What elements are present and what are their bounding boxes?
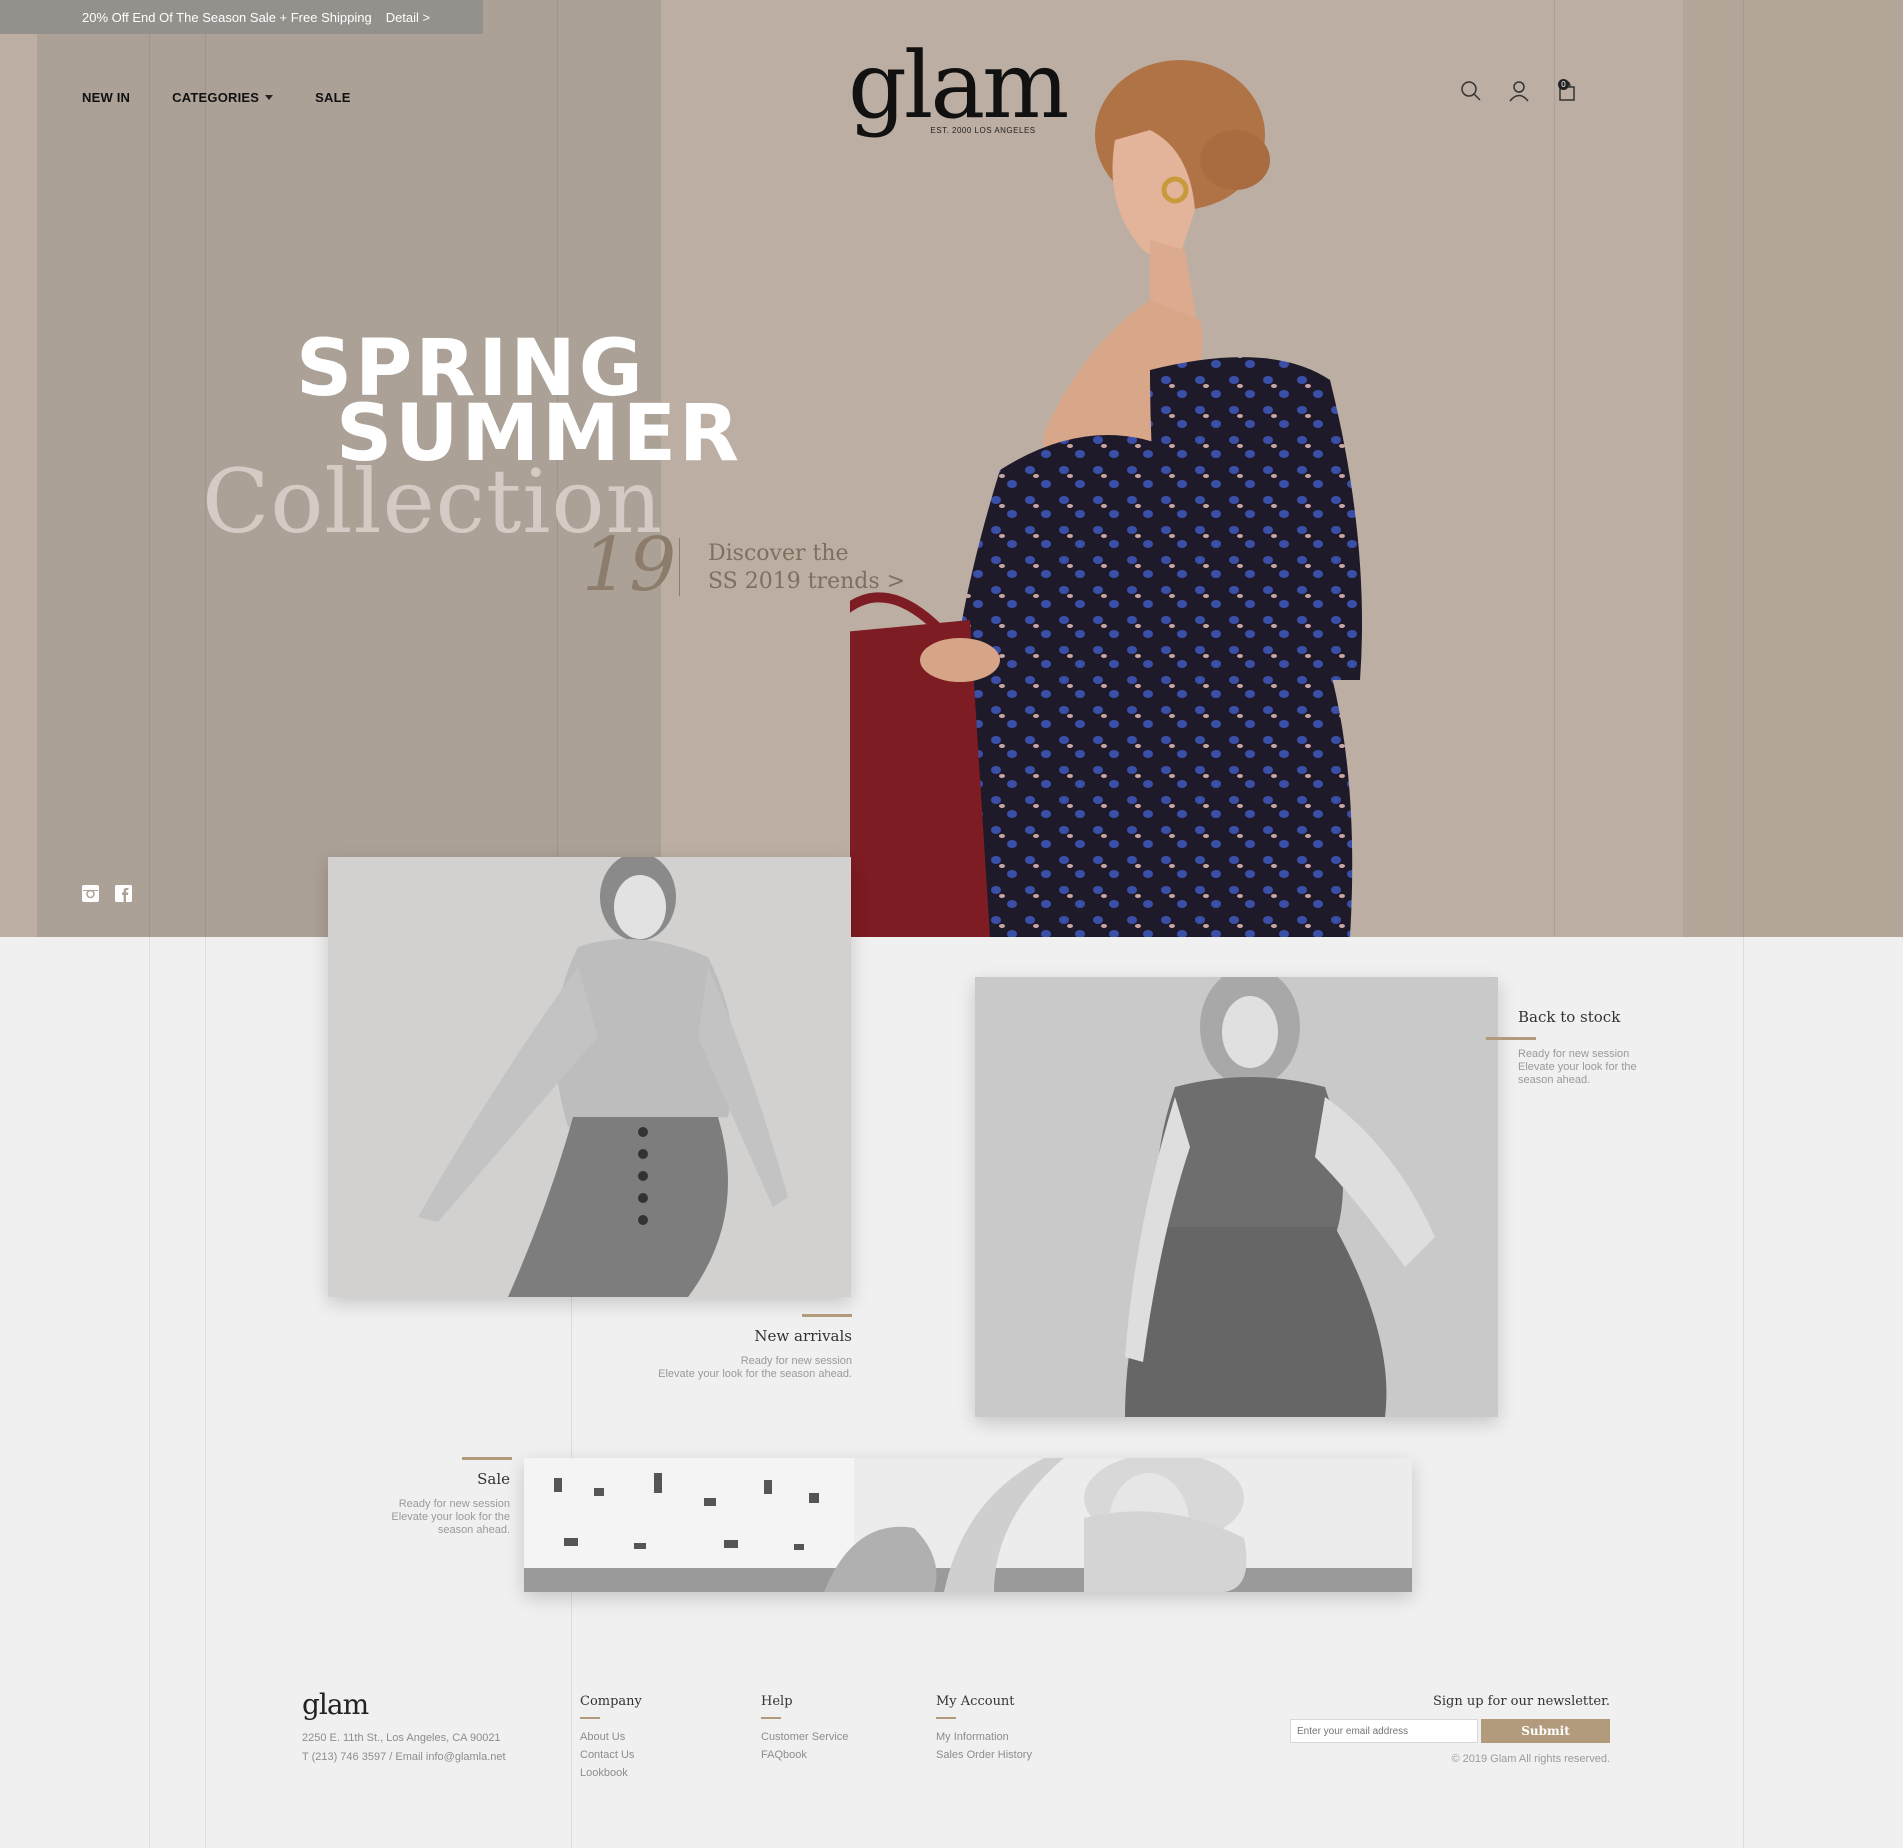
footer-contact: T (213) 746 3597 / Email info@glamla.net <box>302 1751 506 1763</box>
footer-address: 2250 E. 11th St., Los Angeles, CA 90021 <box>302 1732 501 1744</box>
accent-bar <box>802 1314 852 1317</box>
grid-line <box>149 0 150 937</box>
footer-column-company: Company About Us Contact Us Lookbook <box>580 1694 642 1782</box>
caption-line: Elevate your look for the <box>1518 1061 1637 1073</box>
copyright-text: © 2019 Glam All rights reserved. <box>1451 1753 1610 1765</box>
grid-line <box>1743 937 1744 1848</box>
new-arrivals-caption: New arrivals Ready for new session Eleva… <box>640 1314 852 1381</box>
cart-count-badge: 0 <box>1558 79 1569 90</box>
facebook-icon[interactable] <box>115 885 132 902</box>
new-arrivals-title[interactable]: New arrivals <box>640 1327 852 1345</box>
back-to-stock-text: Ready for new session Elevate your look … <box>1518 1048 1708 1087</box>
newsletter-signup: Sign up for our newsletter. Submit © 201… <box>1290 1694 1610 1765</box>
accent-bar <box>580 1717 600 1719</box>
caption-line: Elevate your look for the <box>391 1511 510 1523</box>
caption-line: Elevate your look for the season ahead. <box>658 1368 852 1380</box>
new-arrivals-image[interactable] <box>328 857 851 1297</box>
footer-column-title: Help <box>761 1694 793 1709</box>
nav-new-in[interactable]: NEW IN <box>82 90 130 105</box>
footer-link-lookbook[interactable]: Lookbook <box>580 1764 642 1782</box>
main-nav: NEW IN CATEGORIES SALE <box>82 90 351 105</box>
footer-logo[interactable]: glam <box>302 1688 369 1721</box>
back-to-stock-caption: Back to stock Ready for new session Elev… <box>1518 1008 1708 1087</box>
sale-banner-image[interactable] <box>524 1458 1412 1592</box>
logo-wordmark: glam <box>848 32 1069 139</box>
hero-divider <box>679 538 680 596</box>
newsletter-form: Submit <box>1290 1719 1610 1743</box>
new-arrivals-text: Ready for new session Elevate your look … <box>640 1355 852 1381</box>
footer-link-about-us[interactable]: About Us <box>580 1728 642 1746</box>
shopping-bag-icon[interactable]: 0 <box>1556 79 1578 102</box>
nav-categories[interactable]: CATEGORIES <box>172 90 274 105</box>
footer-column-title: My Account <box>936 1694 1015 1709</box>
newsletter-email-input[interactable] <box>1290 1719 1478 1743</box>
grid-line <box>205 937 206 1848</box>
footer-column-help: Help Customer Service FAQbook <box>761 1694 848 1764</box>
sale-title[interactable]: Sale <box>372 1470 510 1488</box>
back-to-stock-title[interactable]: Back to stock <box>1518 1008 1708 1026</box>
footer-address-block: 2250 E. 11th St., Los Angeles, CA 90021 … <box>302 1729 506 1767</box>
footer-link-contact-us[interactable]: Contact Us <box>580 1746 642 1764</box>
hero-year: 19 <box>582 522 677 608</box>
grid-line <box>1554 0 1555 937</box>
grid-line <box>1743 0 1744 937</box>
newsletter-submit-button[interactable]: Submit <box>1481 1719 1610 1743</box>
caption-line: season ahead. <box>1518 1074 1591 1086</box>
caption-line: Ready for new session <box>1518 1048 1630 1060</box>
newsletter-title: Sign up for our newsletter. <box>1432 1694 1610 1709</box>
caret-down-icon <box>265 95 274 100</box>
user-icon[interactable] <box>1508 80 1530 102</box>
accent-bar <box>936 1717 956 1719</box>
header-actions: 0 <box>1460 79 1578 102</box>
footer-link-faqbook[interactable]: FAQbook <box>761 1746 848 1764</box>
back-to-stock-image[interactable] <box>975 977 1498 1417</box>
footer-link-my-information[interactable]: My Information <box>936 1728 1032 1746</box>
caption-line: season ahead. <box>437 1524 510 1536</box>
nav-categories-label: CATEGORIES <box>172 90 260 105</box>
social-links <box>82 885 132 902</box>
sale-text: Ready for new session Elevate your look … <box>372 1498 510 1537</box>
accent-bar <box>462 1457 512 1460</box>
hero-discover-link[interactable]: Discover the SS 2019 trends > <box>708 540 905 596</box>
footer-column-title: Company <box>580 1694 642 1709</box>
nav-sale-label: SALE <box>315 90 351 105</box>
accent-bar <box>761 1717 781 1719</box>
promo-bar: 20% Off End Of The Season Sale + Free Sh… <box>0 0 483 34</box>
caption-line: Ready for new session <box>398 1498 510 1510</box>
hero-cta-line2: SS 2019 trends > <box>708 569 906 594</box>
caption-line: Ready for new session <box>740 1355 852 1367</box>
instagram-icon[interactable] <box>82 885 99 902</box>
search-icon[interactable] <box>1460 80 1482 102</box>
footer-link-sales-order-history[interactable]: Sales Order History <box>936 1746 1032 1764</box>
hero-right-panel <box>1683 0 1903 937</box>
promo-text: 20% Off End Of The Season Sale + Free Sh… <box>82 9 372 25</box>
nav-new-in-label: NEW IN <box>82 90 131 105</box>
hero-banner: 20% Off End Of The Season Sale + Free Sh… <box>0 0 1903 937</box>
promo-detail-link[interactable]: Detail > <box>386 10 430 25</box>
sale-caption: Sale Ready for new session Elevate your … <box>372 1470 510 1537</box>
footer-column-my-account: My Account My Information Sales Order Hi… <box>936 1694 1032 1764</box>
footer-link-customer-service[interactable]: Customer Service <box>761 1728 848 1746</box>
hero-cta-line1: Discover the <box>708 541 849 566</box>
grid-line <box>149 937 150 1848</box>
brand-logo[interactable]: glam EST. 2000 LOS ANGELES <box>848 32 1069 139</box>
hero-model-image <box>850 60 1362 937</box>
nav-sale[interactable]: SALE <box>315 90 350 105</box>
